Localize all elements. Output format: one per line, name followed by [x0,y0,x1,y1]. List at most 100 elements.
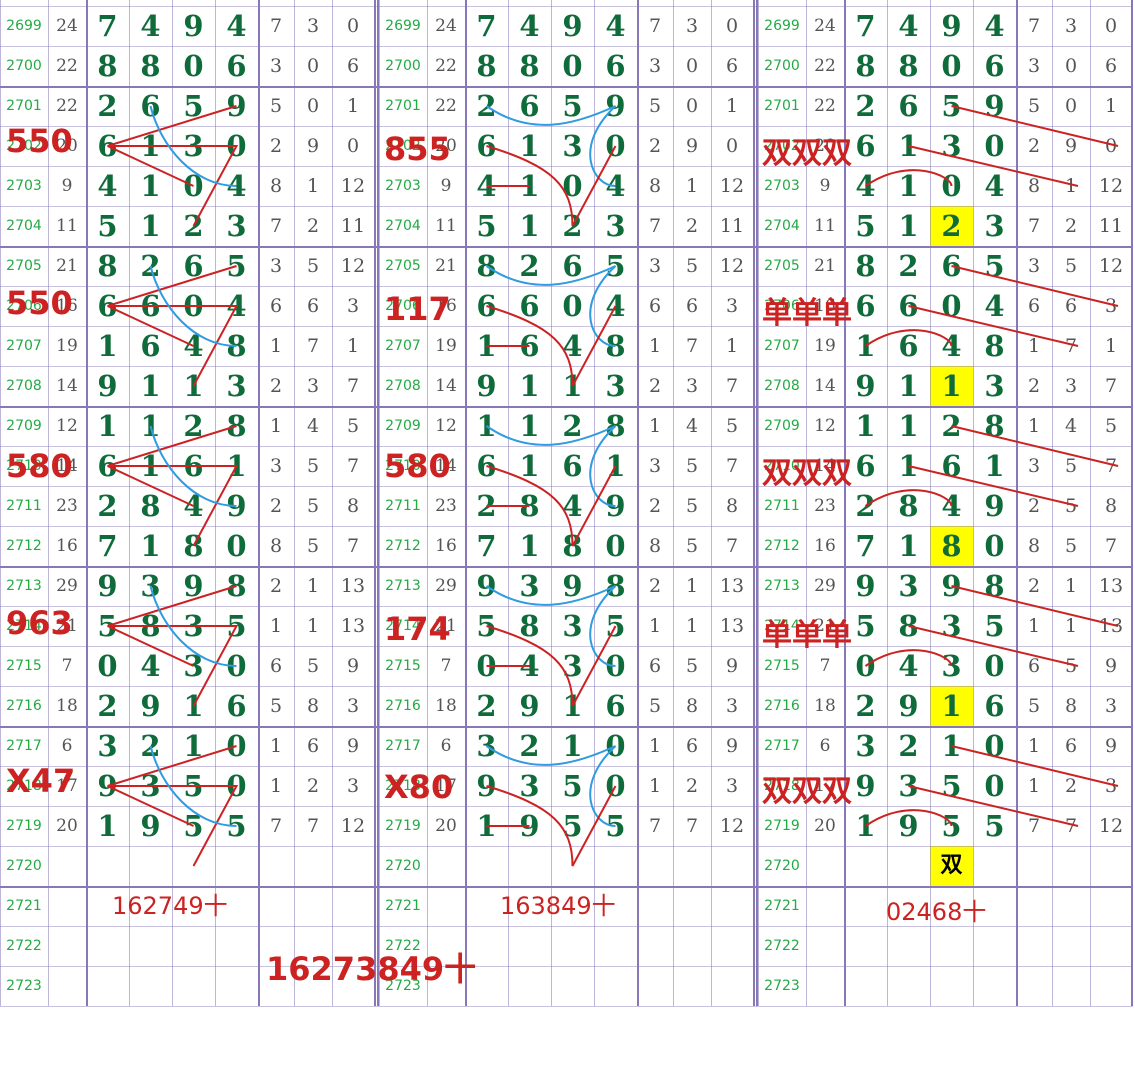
issue-number: 2699 [764,18,800,34]
grid-vline [258,0,260,1006]
grid-vline [379,0,380,1006]
span-value: 7 [1027,15,1041,37]
span-value [711,926,753,966]
digit-cell: 3 [226,369,247,403]
sum-value: 24 [435,16,457,36]
issue-number: 2716 [6,698,42,714]
span-value: 1 [1027,775,1041,797]
digit-cell: 0 [226,649,247,683]
digit-cell: 2 [898,249,919,283]
span-value: 7 [685,335,699,357]
digit-cell: 2 [97,689,118,723]
span-value: 9 [306,135,320,157]
digit-cell: 1 [519,129,540,163]
span-value: 7 [269,15,283,37]
digit-cell: 6 [183,449,204,483]
panel3-note-3: 双双双 [762,456,852,491]
digit-cell: 7 [97,529,118,563]
grid-vline [637,0,639,1006]
panel3-note-1: 双双双 [762,136,852,171]
issue-number: 2715 [6,658,42,674]
span-value: 12 [719,255,745,277]
grid-vline [594,0,595,1006]
span-value [637,886,673,926]
span-value: 1 [1027,335,1041,357]
digit-cell: 9 [97,769,118,803]
span-value: 9 [1104,735,1118,757]
digit-cell: 8 [226,409,247,443]
span-value: 3 [269,455,283,477]
digit-cell: 1 [562,369,583,403]
digit-cell: 0 [226,529,247,563]
digit-cell: 5 [476,209,497,243]
span-value: 9 [346,735,360,757]
issue-number: 2719 [6,818,42,834]
sum-value: 22 [56,96,78,116]
span-value: 3 [1027,255,1041,277]
digit-cell: 0 [476,649,497,683]
issue-number: 2719 [385,818,421,834]
issue-number: 2717 [6,738,42,754]
span-value: 1 [725,335,739,357]
digit-cell [465,846,508,886]
digit-cell: 9 [140,809,161,843]
grid-vline [551,0,552,1006]
sum-value: 16 [814,536,836,556]
digit-cell: 2 [855,689,876,723]
digit-cell: 8 [226,569,247,603]
digit-cell: 1 [898,209,919,243]
digit-cell [172,926,215,966]
digit-cell: 4 [605,169,626,203]
span-value: 3 [1104,775,1118,797]
issue-number: 2717 [764,738,800,754]
digit-cell: 2 [476,689,497,723]
span-value: 6 [1104,55,1118,77]
digit-cell: 9 [898,809,919,843]
span-value: 0 [1104,15,1118,37]
span-value: 0 [1064,55,1078,77]
grid-vline [1052,0,1053,1006]
span-value: 0 [725,15,739,37]
grid-vline [1016,0,1018,1006]
digit-cell: 1 [898,409,919,443]
span-value: 5 [685,495,699,517]
digit-cell: 6 [97,289,118,323]
digit-cell: 3 [183,609,204,643]
digit-cell: 0 [984,649,1005,683]
span-value: 9 [725,655,739,677]
issue-number: 2712 [764,538,800,554]
digit-cell [594,926,637,966]
digit-cell: 4 [519,649,540,683]
digit-cell: 2 [519,729,540,763]
span-value [1052,966,1090,1006]
sum-value: 6 [61,736,73,756]
issue-number: 2703 [385,178,421,194]
digit-cell: 1 [941,729,962,763]
digit-cell: 5 [605,809,626,843]
issue-number: 2707 [385,338,421,354]
sum-value [806,846,844,886]
digit-cell: 5 [984,809,1005,843]
digit-cell [129,926,172,966]
digit-cell: 0 [941,169,962,203]
digit-cell: 0 [562,289,583,323]
sum-value: 14 [435,376,457,396]
issue-number: 2716 [764,698,800,714]
sum-value: 22 [814,56,836,76]
span-value: 5 [346,415,360,437]
digit-cell: 4 [226,169,247,203]
span-value: 2 [648,575,662,597]
digit-cell: 1 [519,449,540,483]
grid-hline [0,86,1133,88]
span-value: 1 [648,415,662,437]
span-value: 13 [719,575,745,597]
digit-cell: 1 [226,449,247,483]
span-value [1090,926,1132,966]
digit-cell: 1 [476,409,497,443]
panel1-note-1: 550 [6,122,73,160]
digit-cell [215,926,258,966]
panel1-note-2: 550 [6,284,73,322]
span-value: 5 [1027,95,1041,117]
span-value: 7 [306,815,320,837]
issue-number: 2713 [6,578,42,594]
